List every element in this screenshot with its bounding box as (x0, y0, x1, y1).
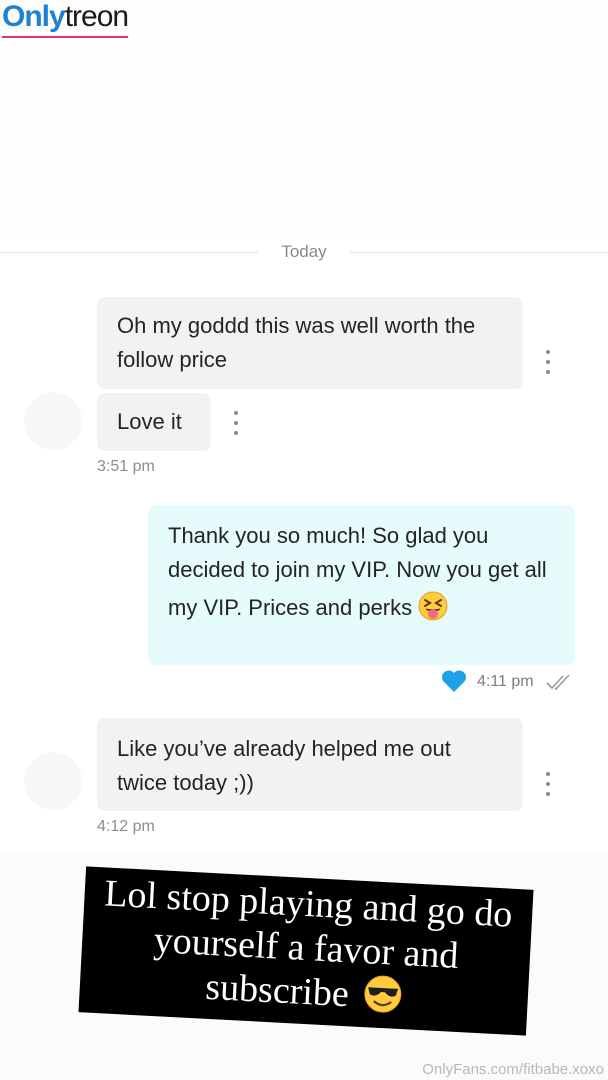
watermark-logo: Onlytreon (2, 0, 129, 38)
squinting-tongue-face-icon (418, 591, 448, 631)
separator-line-left (0, 252, 258, 253)
separator-line-right (350, 252, 608, 253)
promo-caption-banner: Lol stop playing and go do yourself a fa… (78, 866, 534, 1036)
message-text: Like you’ve already helped me out twice … (117, 736, 451, 795)
avatar[interactable] (24, 392, 82, 450)
logo-text-bold: Only (2, 0, 66, 33)
liked-heart-icon[interactable] (441, 669, 467, 693)
message-timestamp: 4:11 pm (477, 673, 534, 690)
message-options-icon[interactable] (233, 411, 239, 435)
message-options-icon[interactable] (545, 350, 551, 374)
date-separator: Today (0, 240, 608, 264)
message-timestamp: 4:12 pm (97, 818, 155, 835)
message-text: Love it (117, 409, 182, 434)
message-timestamp: 3:51 pm (97, 458, 155, 475)
logo-text-light: treon (64, 0, 129, 33)
avatar[interactable] (24, 752, 82, 810)
message-text: Oh my goddd this was well worth the foll… (117, 313, 476, 372)
message-text: Thank you so much! So glad you decided t… (168, 523, 547, 620)
smiling-face-with-sunglasses-icon (361, 973, 404, 1025)
incoming-message-bubble[interactable]: Love it (97, 393, 211, 451)
footer-watermark: OnlyFans.com/fitbabe.xoxo (422, 1061, 604, 1078)
message-options-icon[interactable] (545, 772, 551, 796)
incoming-message-bubble[interactable]: Oh my goddd this was well worth the foll… (97, 297, 523, 389)
incoming-message-bubble[interactable]: Like you’ve already helped me out twice … (97, 718, 523, 811)
date-separator-label: Today (281, 242, 327, 261)
caption-text: Lol stop playing and go do yourself a fa… (103, 872, 514, 1016)
double-check-read-icon (546, 674, 570, 691)
outgoing-message-bubble[interactable]: Thank you so much! So glad you decided t… (148, 505, 575, 665)
